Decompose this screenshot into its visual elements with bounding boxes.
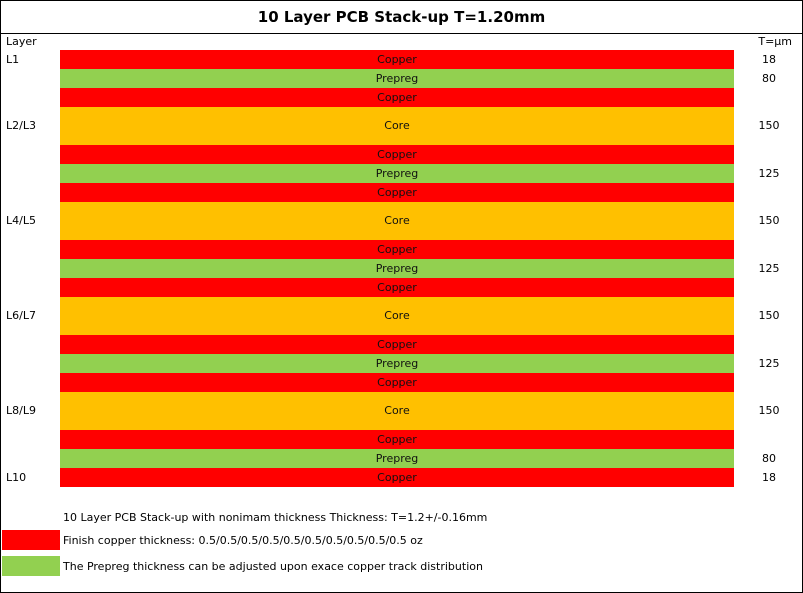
thickness-value: 150	[758, 214, 780, 227]
summary-note: 10 Layer PCB Stack-up with nonimam thick…	[63, 511, 488, 524]
thickness-value: 125	[758, 356, 780, 370]
prepreg-layer-band: Prepreg	[60, 259, 734, 278]
copper-legend-swatch	[2, 530, 60, 550]
prepreg-layer-band: Prepreg	[60, 164, 734, 183]
copper-layer-band: Copper	[60, 430, 734, 449]
copper-layer-band: Copper	[60, 88, 734, 107]
thickness-value: 18	[762, 470, 776, 484]
layer-label: L8/L9	[6, 404, 36, 417]
core-layer-band: Core	[60, 392, 734, 430]
copper-layer-band: Copper	[60, 373, 734, 392]
copper-layer-band: Copper	[60, 50, 734, 69]
layer-label: L2/L3	[6, 119, 36, 132]
layer-label: L6/L7	[6, 309, 36, 322]
copper-layer-band: Copper	[60, 240, 734, 259]
copper-note: Finish copper thickness: 0.5/0.5/0.5/0.5…	[63, 534, 423, 547]
thickness-value: 150	[758, 404, 780, 417]
copper-layer-band: Copper	[60, 145, 734, 164]
layer-label: L10	[6, 470, 27, 484]
prepreg-layer-band: Prepreg	[60, 354, 734, 373]
stackup-sheet: 10 Layer PCB Stack-up T=1.20mm Layer T=µ…	[0, 0, 803, 593]
core-layer-band: Core	[60, 107, 734, 145]
core-layer-band: Core	[60, 297, 734, 335]
copper-layer-band: Copper	[60, 183, 734, 202]
prepreg-layer-band: Prepreg	[60, 69, 734, 88]
layer-label: L4/L5	[6, 214, 36, 227]
thickness-value: 18	[762, 52, 776, 66]
stackup-rows: Copper L1 18 Prepreg 80 Copper Core L2/L3 150 Cop…	[1, 1, 802, 592]
thickness-value: 150	[758, 119, 780, 132]
prepreg-layer-band: Prepreg	[60, 449, 734, 468]
prepreg-legend-swatch	[2, 556, 60, 576]
core-layer-band: Core	[60, 202, 734, 240]
thickness-value: 80	[762, 71, 776, 85]
copper-layer-band: Copper	[60, 468, 734, 487]
layer-label: L1	[6, 52, 20, 66]
thickness-value: 125	[758, 261, 780, 275]
thickness-value: 125	[758, 166, 780, 180]
copper-layer-band: Copper	[60, 335, 734, 354]
copper-layer-band: Copper	[60, 278, 734, 297]
thickness-value: 80	[762, 451, 776, 465]
prepreg-note: The Prepreg thickness can be adjusted up…	[63, 560, 483, 573]
thickness-value: 150	[758, 309, 780, 322]
